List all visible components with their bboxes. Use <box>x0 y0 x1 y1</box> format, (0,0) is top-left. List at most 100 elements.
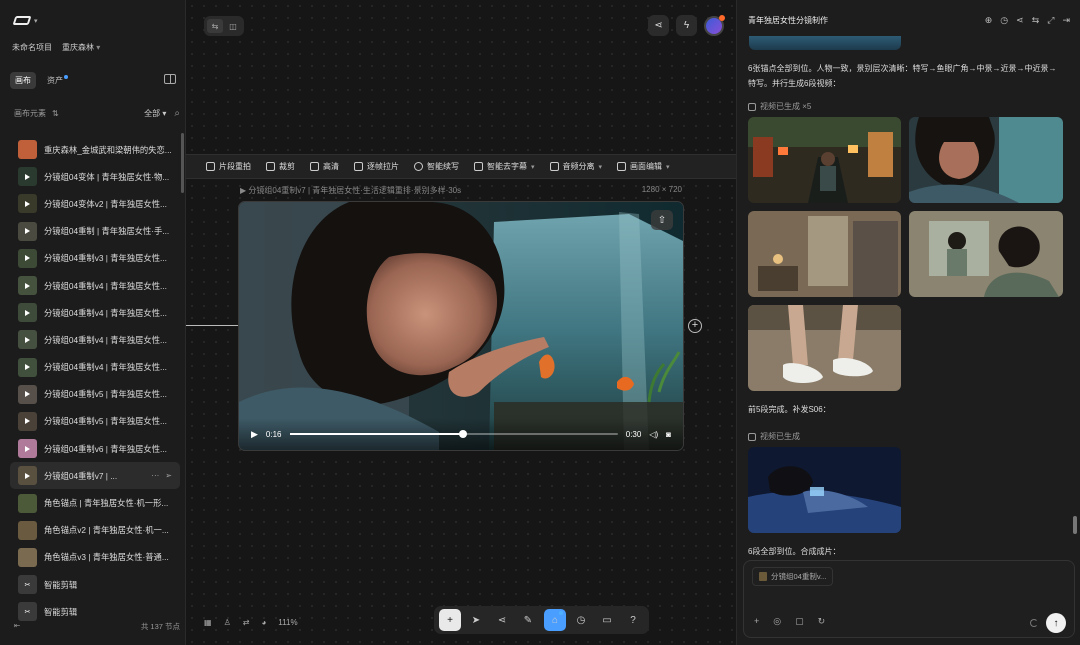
zoom-level[interactable]: 111% <box>278 618 297 627</box>
video-player[interactable]: ⇧ ▶ 0:16 0:30 ◁) ◙ <box>238 201 684 451</box>
play-icon[interactable]: ▶ <box>251 429 258 440</box>
tab-canvas[interactable]: 画布 <box>10 72 36 89</box>
share-button[interactable]: ⋖ <box>648 15 669 36</box>
history-icon[interactable]: ◷ <box>570 609 592 631</box>
previous-image[interactable] <box>749 36 901 50</box>
volume-icon[interactable]: ◁) <box>649 430 658 439</box>
history-icon[interactable]: ◷ <box>1000 15 1008 26</box>
list-item-label: 分镜组04重制v4 | 青年独居女性... <box>44 307 167 318</box>
elements-list: 重庆森林_金城武和梁朝伟的失恋... 分镜组04变体 | 青年独居女性·物... 分… <box>10 136 180 625</box>
project-name[interactable]: 未命名项目 <box>12 42 52 53</box>
list-item[interactable]: 分镜组04变体v2 | 青年独居女性... <box>10 190 180 217</box>
share-icon[interactable]: ⋖ <box>1016 15 1024 26</box>
swap-icon[interactable]: ⇆ <box>1032 15 1040 26</box>
add-node-button[interactable]: + <box>688 319 702 333</box>
close-panel-icon[interactable]: ⇥ <box>1062 15 1070 26</box>
avatar[interactable] <box>704 14 725 36</box>
model-icon[interactable]: ◎ <box>773 616 781 627</box>
toolbar-button[interactable]: 智能去字幕 ▾ <box>474 161 535 172</box>
upload-icon: ⇧ <box>657 214 667 226</box>
list-item[interactable]: 分镜组04重制v6 | 青年独居女性... <box>10 435 180 462</box>
list-item[interactable]: 分镜组04重制v4 | 青年独居女性... <box>10 299 180 326</box>
sort-icon[interactable]: ⇅ <box>52 109 59 118</box>
seek-bar[interactable] <box>289 430 618 438</box>
list-item[interactable]: 分镜组04重制v5 | 青年独居女性... <box>10 381 180 408</box>
help-icon[interactable]: ? <box>622 609 644 631</box>
send-button[interactable]: ↑ <box>1046 613 1066 633</box>
plugin-icon[interactable]: ✎ <box>517 609 539 631</box>
list-item[interactable]: 分镜组04变体 | 青年独居女性·物... <box>10 163 180 190</box>
pointer-icon[interactable]: ➤ <box>465 609 487 631</box>
grid-icon[interactable]: ▦ <box>204 618 212 627</box>
keyboard-icon[interactable]: ▭ <box>596 609 618 631</box>
seek-handle[interactable] <box>459 430 468 438</box>
left-footer: ⇤ 共 137 节点 <box>14 621 180 632</box>
search-icon[interactable]: ⌕ <box>174 108 180 119</box>
list-item[interactable]: 分镜组04重制v4 | 青年独居女性... <box>10 354 180 381</box>
chat-input[interactable]: 分镜组04重制v... + ◎ ▢ ↻ ↑ <box>743 560 1075 638</box>
flash-button[interactable]: ϟ <box>676 15 697 36</box>
connect-icon[interactable]: ⋖ <box>491 609 513 631</box>
generated-video-thumb[interactable] <box>909 211 1063 297</box>
add-icon[interactable]: + <box>754 616 759 627</box>
send-icon[interactable]: ➢ <box>165 471 172 480</box>
panel-toggle-icon[interactable] <box>164 74 176 84</box>
toolbar-button[interactable]: 片段重拍 <box>206 161 251 172</box>
list-item[interactable]: 角色锚点v3 | 青年独居女性·普通... <box>10 544 180 571</box>
generated-video-thumb[interactable] <box>748 305 901 391</box>
more-icon[interactable]: ··· <box>151 471 159 480</box>
list-item[interactable]: 分镜组04重制v3 | 青年独居女性... <box>10 245 180 272</box>
library-icon[interactable]: ▢ <box>795 616 804 627</box>
expand-icon[interactable]: ⤢ <box>1047 15 1054 26</box>
logo-menu[interactable]: ▾ <box>12 16 38 25</box>
toolbar-button[interactable]: 裁剪 <box>266 161 295 172</box>
list-item[interactable]: 重庆森林_金城武和梁朝伟的失恋... <box>10 136 180 163</box>
refresh-icon[interactable]: ↻ <box>818 616 826 627</box>
video-thumb <box>18 248 37 268</box>
palette-icon[interactable]: ◕ <box>261 618 266 627</box>
canvas[interactable]: ⇆ ◫ ⋖ ϟ 片段重拍 裁剪 高清 逐帧拉片 智能续写 智能去字幕 ▾ 音频分离 ▾ 画面编辑 ▾… <box>186 0 736 645</box>
toolbar-label: 智能去字幕 <box>487 162 527 171</box>
tool-icon <box>617 162 627 171</box>
fit-icon[interactable]: ⇄ <box>243 618 250 627</box>
list-item[interactable]: 角色锚点v2 | 青年独居女性·机一... <box>10 517 180 544</box>
chat-header-icons: ⊕ ◷ ⋖ ⇆ ⤢ ⇥ <box>985 15 1070 26</box>
generated-video-thumb[interactable] <box>909 117 1063 203</box>
toolbar-button[interactable]: 高清 <box>310 161 339 172</box>
filter-dropdown[interactable]: 全部 ▾ <box>144 108 166 119</box>
toolbar-button[interactable]: 逐帧拉片 <box>354 161 399 172</box>
layout-icon[interactable]: ◫ <box>225 19 241 33</box>
scrollbar[interactable] <box>181 133 184 193</box>
scrollbar[interactable] <box>1073 516 1077 534</box>
export-button[interactable]: ⇧ <box>651 210 673 230</box>
tab-assets[interactable]: 资产 <box>42 72 73 89</box>
generated-video-thumb[interactable] <box>748 211 901 297</box>
toolbar-button[interactable]: 画面编辑 ▾ <box>617 161 670 172</box>
list-item[interactable]: 角色锚点 | 青年独居女性·机一形... <box>10 489 180 516</box>
list-item[interactable]: ✂ 智能剪辑 <box>10 571 180 598</box>
clip-toolbar: 片段重拍 裁剪 高清 逐帧拉片 智能续写 智能去字幕 ▾ 音频分离 ▾ 画面编辑 ▾ <box>186 154 736 179</box>
list-item-label: 分镜组04重制v4 | 青年独居女性... <box>44 362 167 373</box>
list-item[interactable]: 分镜组04重制v7 | ... ··· ➢ <box>10 462 180 490</box>
toolbar-button[interactable]: 音频分离 ▾ <box>549 161 602 172</box>
collapse-icon[interactable]: ⇤ <box>14 621 20 632</box>
video-thumb <box>18 330 37 350</box>
generated-video-thumb[interactable] <box>748 117 901 203</box>
home-icon[interactable]: ⌂ <box>544 609 566 631</box>
generated-video-thumb[interactable] <box>748 447 901 533</box>
video-frame <box>239 202 683 450</box>
attached-node-chip[interactable]: 分镜组04重制v... <box>752 567 834 586</box>
image-thumb <box>18 520 37 540</box>
user-icon[interactable]: ♙ <box>224 618 231 627</box>
add-tool-button[interactable]: + <box>439 609 461 631</box>
list-item[interactable]: 分镜组04重制 | 青年独居女性·手... <box>10 218 180 245</box>
folder-name[interactable]: 重庆森林 ▾ <box>62 42 100 53</box>
toolbar-button[interactable]: 智能续写 <box>414 161 459 172</box>
camera-icon[interactable]: ◙ <box>666 430 671 439</box>
list-item[interactable]: 分镜组04重制v4 | 青年独居女性... <box>10 326 180 353</box>
list-item[interactable]: 分镜组04重制v5 | 青年独居女性... <box>10 408 180 435</box>
new-chat-icon[interactable]: ⊕ <box>985 15 993 26</box>
transform-icon[interactable]: ⇆ <box>207 19 223 33</box>
list-item[interactable]: 分镜组04重制v4 | 青年独居女性... <box>10 272 180 299</box>
video-thumb <box>18 384 37 404</box>
